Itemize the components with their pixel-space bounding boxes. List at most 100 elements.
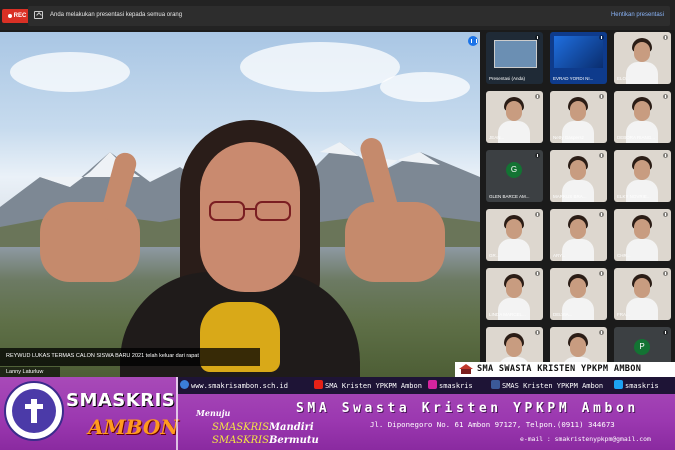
mic-muted-icon [535, 330, 540, 335]
meeting-topbar: REC Anda melakukan presentasi kepada sem… [0, 0, 675, 30]
mic-muted-icon [663, 94, 668, 99]
participant-tile[interactable]: EVRAD YORDI NI... [550, 32, 607, 84]
brand-name: SMASKRIS [66, 390, 176, 411]
motto-2-school: SMASKRIS [212, 435, 269, 446]
mic-muted-icon [535, 271, 540, 276]
participant-tile[interactable]: Presentasi (Anda) [486, 32, 543, 84]
school-seal [12, 389, 56, 433]
participant-tile[interactable]: GR... [486, 209, 543, 261]
participant-name: CHR... [617, 253, 631, 258]
participant-face [570, 160, 586, 180]
cross-icon [25, 399, 43, 423]
participant-name: GLEN BARCE AM... [489, 194, 530, 199]
participant-face [506, 278, 522, 298]
presenter-name-tag: Lanny Laturluw [0, 367, 60, 377]
participant-name: JEAN... [489, 135, 505, 140]
ribbon-text: SMA SWASTA KRISTEN YPKPM AMBON [477, 364, 642, 374]
mic-muted-icon [663, 212, 668, 217]
participant-face [570, 337, 586, 357]
school-banner: SMASKRIS AMBON www.smakrisambon.sch.id S… [0, 377, 675, 450]
participant-grid: Presentasi (Anda) EVRAD YORDI NI... ELO...… [486, 32, 675, 379]
presenting-banner: Anda melakukan presentasi kepada semua o… [28, 6, 670, 26]
participant-face [634, 219, 650, 239]
glasses-shape [209, 201, 291, 221]
facebook-icon [491, 380, 500, 389]
participant-tile[interactable]: DELVIA... [550, 268, 607, 320]
participant-face [634, 101, 650, 121]
mic-muted-icon [535, 212, 540, 217]
participant-name: ARY... [553, 253, 566, 258]
globe-icon [180, 380, 189, 389]
participant-tile[interactable]: ARY... [550, 209, 607, 261]
participant-tile[interactable]: ELO... [614, 32, 671, 84]
twitter-text: smaskris [625, 382, 659, 390]
website-text: www.smakrisambon.sch.id [191, 382, 288, 390]
record-dot-icon [7, 14, 12, 18]
mic-muted-icon [535, 35, 540, 40]
cloud-shape [240, 42, 400, 92]
thumbs-up-hand-left [40, 202, 140, 282]
participant-avatar: G [506, 162, 522, 178]
website-link[interactable]: www.smakrisambon.sch.id [180, 380, 288, 390]
participant-tile[interactable]: G GLEN BARCE AM... [486, 150, 543, 202]
motto-2-word: Bermutu [268, 435, 319, 446]
participant-face [506, 219, 522, 239]
participant-tile[interactable]: Netty Gaspersz [550, 91, 607, 143]
mic-muted-icon [663, 35, 668, 40]
participant-face [570, 101, 586, 121]
school-address: Jl. Diponegoro No. 61 Ambon 97127, Telpo… [370, 420, 615, 429]
school-ribbon: SMA SWASTA KRISTEN YPKPM AMBON [455, 362, 675, 377]
rec-label: REC [13, 13, 27, 19]
participant-name: MARKUS BRA... [553, 194, 587, 199]
participant-name: DELVIA... [553, 312, 573, 317]
participant-name: GR... [489, 253, 500, 258]
participant-avatar: P [634, 339, 650, 355]
participant-tile[interactable]: CHR... [614, 209, 671, 261]
facebook-text: SMAS Kristen YPKPM Ambon [502, 382, 604, 390]
mic-muted-icon [599, 35, 604, 40]
participant-name: Netty Gaspersz [553, 135, 585, 140]
mic-muted-icon [535, 94, 540, 99]
twitter-link[interactable]: smaskris [614, 380, 659, 390]
stop-presenting-button[interactable]: Hentikan presentasi [611, 12, 664, 18]
participant-face [634, 160, 650, 180]
mic-muted-icon [535, 153, 540, 158]
screen-preview [494, 40, 537, 68]
participant-name: EVRAD YORDI NI... [553, 76, 594, 81]
school-building-icon [459, 364, 473, 374]
participant-face [506, 101, 522, 121]
participant-name: ELO... [617, 76, 630, 81]
youtube-link[interactable]: SMA Kristen YPKPM Ambon [314, 380, 422, 390]
mic-muted-icon [599, 94, 604, 99]
participant-face [634, 278, 650, 298]
twitter-icon [614, 380, 623, 389]
school-full-name: SMA Swasta Kristen YPKPM Ambon [296, 401, 639, 416]
participant-face [634, 42, 650, 62]
participant-tile[interactable]: DEBORA RIANG... [614, 91, 671, 143]
motto-1-word: Mandiri [268, 422, 314, 433]
participant-tile[interactable]: JEAN... [486, 91, 543, 143]
participant-name: DEBORA RIANG... [617, 135, 656, 140]
motto-1-school: SMASKRIS [212, 422, 269, 433]
cloud-shape [10, 52, 130, 92]
meeting-notification: REYWUD LUKAS TERMAS CALON SISWA BARU 202… [0, 348, 260, 366]
participant-tile[interactable]: FRA... [614, 268, 671, 320]
mic-muted-icon [663, 271, 668, 276]
participant-tile[interactable]: MARKUS BRA... [550, 150, 607, 202]
participant-face [506, 337, 522, 357]
participant-tile[interactable]: ELKY NOVRIE... [614, 150, 671, 202]
presenting-text: Anda melakukan presentasi kepada semua o… [50, 12, 183, 18]
instagram-link[interactable]: smaskris [428, 380, 473, 390]
facebook-link[interactable]: SMAS Kristen YPKPM Ambon [491, 380, 603, 390]
present-screen-icon [34, 11, 43, 19]
screen-preview [554, 36, 603, 68]
notification-text: REYWUD LUKAS TERMAS CALON SISWA BARU 202… [6, 353, 199, 359]
youtube-icon [314, 380, 323, 389]
thumbs-up-hand-right [345, 202, 445, 282]
mic-muted-icon [599, 330, 604, 335]
cloud-shape [380, 72, 470, 102]
school-logo [4, 381, 64, 441]
participant-name: FRA... [617, 312, 630, 317]
motto-line-1: SMASKRISMandiri [212, 422, 314, 433]
participant-tile[interactable]: LINDA MARCEL... [486, 268, 543, 320]
